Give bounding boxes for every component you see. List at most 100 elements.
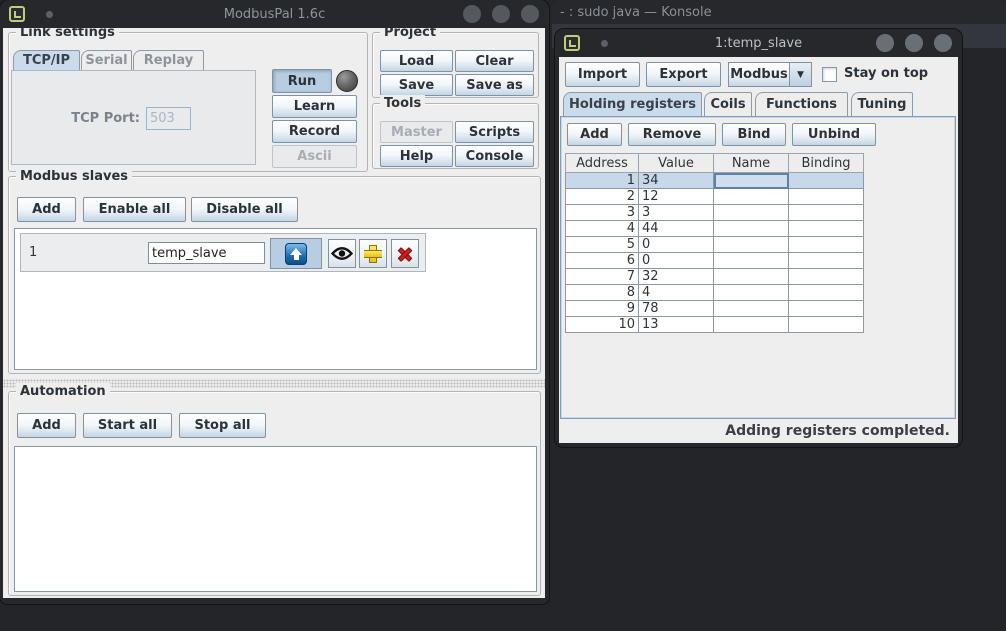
cell-value[interactable]: 34	[639, 173, 714, 189]
tab-coils[interactable]: Coils	[704, 92, 752, 116]
close-button[interactable]	[934, 34, 952, 52]
cell-name[interactable]	[714, 269, 789, 285]
cell-name[interactable]	[714, 253, 789, 269]
cell-value[interactable]: 13	[639, 317, 714, 333]
cell-binding[interactable]	[789, 269, 864, 285]
tab-tuning[interactable]: Tuning	[851, 92, 913, 116]
cell-name[interactable]	[714, 285, 789, 301]
clear-button[interactable]: Clear	[455, 50, 534, 72]
column-header[interactable]: Binding	[789, 153, 864, 173]
start-all-button[interactable]: Start all	[83, 413, 172, 438]
table-row[interactable]: 444	[565, 221, 865, 237]
tcp-port-input[interactable]	[146, 107, 191, 130]
tab-holding-registers[interactable]: Holding registers	[563, 92, 702, 116]
column-header[interactable]: Address	[565, 153, 639, 173]
maximize-button[interactable]	[905, 34, 923, 52]
cell-binding[interactable]	[789, 285, 864, 301]
cell-address[interactable]: 10	[565, 317, 639, 333]
cell-value[interactable]: 12	[639, 189, 714, 205]
cell-name[interactable]	[714, 205, 789, 221]
konsole-titlebar[interactable]: - : sudo java — Konsole	[552, 0, 1006, 24]
register-unbind-button[interactable]: Unbind	[792, 123, 876, 146]
scripts-button[interactable]: Scripts	[455, 121, 534, 143]
table-row[interactable]: 84	[565, 285, 865, 301]
table-row[interactable]: 33	[565, 205, 865, 221]
automation-add-button[interactable]: Add	[17, 413, 76, 438]
enable-all-button[interactable]: Enable all	[83, 197, 186, 222]
slave-row[interactable]: 1	[20, 233, 426, 272]
cell-value[interactable]: 0	[639, 237, 714, 253]
console-button[interactable]: Console	[455, 145, 534, 167]
cell-address[interactable]: 7	[565, 269, 639, 285]
mode-combo[interactable]: Modbus ▼	[728, 62, 812, 87]
cell-binding[interactable]	[789, 173, 864, 189]
record-button[interactable]: Record	[272, 120, 357, 143]
cell-binding[interactable]	[789, 237, 864, 253]
modbuspal-titlebar[interactable]: ModbusPal 1.6c	[0, 0, 549, 28]
cell-binding[interactable]	[789, 301, 864, 317]
cell-name[interactable]	[714, 237, 789, 253]
table-row[interactable]: 978	[565, 301, 865, 317]
run-button[interactable]: Run	[272, 69, 332, 93]
register-add-button[interactable]: Add	[567, 123, 622, 146]
slave-delete-button[interactable]	[391, 239, 419, 268]
stay-on-top-checkbox[interactable]	[822, 67, 837, 82]
cell-address[interactable]: 9	[565, 301, 639, 317]
learn-button[interactable]: Learn	[272, 95, 357, 118]
table-row[interactable]: 50	[565, 237, 865, 253]
cell-binding[interactable]	[789, 317, 864, 333]
cell-name[interactable]	[714, 173, 789, 189]
cell-address[interactable]: 8	[565, 285, 639, 301]
cell-value[interactable]: 0	[639, 253, 714, 269]
cell-address[interactable]: 1	[565, 173, 639, 189]
slave-add-button[interactable]: Add	[17, 197, 76, 222]
table-row[interactable]: 1013	[565, 317, 865, 333]
cell-name[interactable]	[714, 301, 789, 317]
cell-binding[interactable]	[789, 189, 864, 205]
cell-value[interactable]: 3	[639, 205, 714, 221]
cell-value[interactable]: 4	[639, 285, 714, 301]
cell-address[interactable]: 5	[565, 237, 639, 253]
column-header[interactable]: Value	[639, 153, 714, 173]
help-button[interactable]: Help	[380, 145, 453, 167]
cell-address[interactable]: 3	[565, 205, 639, 221]
table-row[interactable]: 134	[565, 173, 865, 189]
cell-binding[interactable]	[789, 205, 864, 221]
export-button[interactable]: Export	[646, 62, 721, 87]
tab-tcpip[interactable]: TCP/IP	[13, 50, 80, 70]
table-row[interactable]: 60	[565, 253, 865, 269]
cell-binding[interactable]	[789, 253, 864, 269]
dialog-titlebar[interactable]: 1:temp_slave	[555, 29, 962, 57]
column-header[interactable]: Name	[714, 153, 789, 173]
cell-binding[interactable]	[789, 221, 864, 237]
cell-address[interactable]: 2	[565, 189, 639, 205]
register-bind-button[interactable]: Bind	[722, 123, 786, 146]
cell-name[interactable]	[714, 317, 789, 333]
cell-value[interactable]: 78	[639, 301, 714, 317]
import-button[interactable]: Import	[565, 62, 640, 87]
cell-value[interactable]: 32	[639, 269, 714, 285]
disable-all-button[interactable]: Disable all	[191, 197, 298, 222]
tab-serial[interactable]: Serial	[81, 50, 132, 70]
register-remove-button[interactable]: Remove	[628, 123, 716, 146]
slave-view-button[interactable]	[328, 239, 356, 268]
close-button[interactable]	[521, 5, 539, 23]
save-as-button[interactable]: Save as	[455, 74, 534, 96]
save-button[interactable]: Save	[380, 74, 453, 96]
cell-name[interactable]	[714, 189, 789, 205]
table-row[interactable]: 212	[565, 189, 865, 205]
cell-address[interactable]: 4	[565, 221, 639, 237]
load-button[interactable]: Load	[380, 50, 453, 72]
slave-toggle-button[interactable]	[270, 238, 322, 269]
minimize-button[interactable]	[876, 34, 894, 52]
cell-value[interactable]: 44	[639, 221, 714, 237]
table-row[interactable]: 732	[565, 269, 865, 285]
slave-name-input[interactable]	[148, 242, 265, 264]
slave-duplicate-button[interactable]	[359, 239, 387, 268]
minimize-button[interactable]	[463, 5, 481, 23]
chevron-down-icon[interactable]: ▼	[789, 62, 812, 87]
cell-address[interactable]: 6	[565, 253, 639, 269]
tab-functions[interactable]: Functions	[755, 92, 848, 116]
tab-replay[interactable]: Replay	[133, 50, 204, 70]
stop-all-button[interactable]: Stop all	[179, 413, 266, 438]
